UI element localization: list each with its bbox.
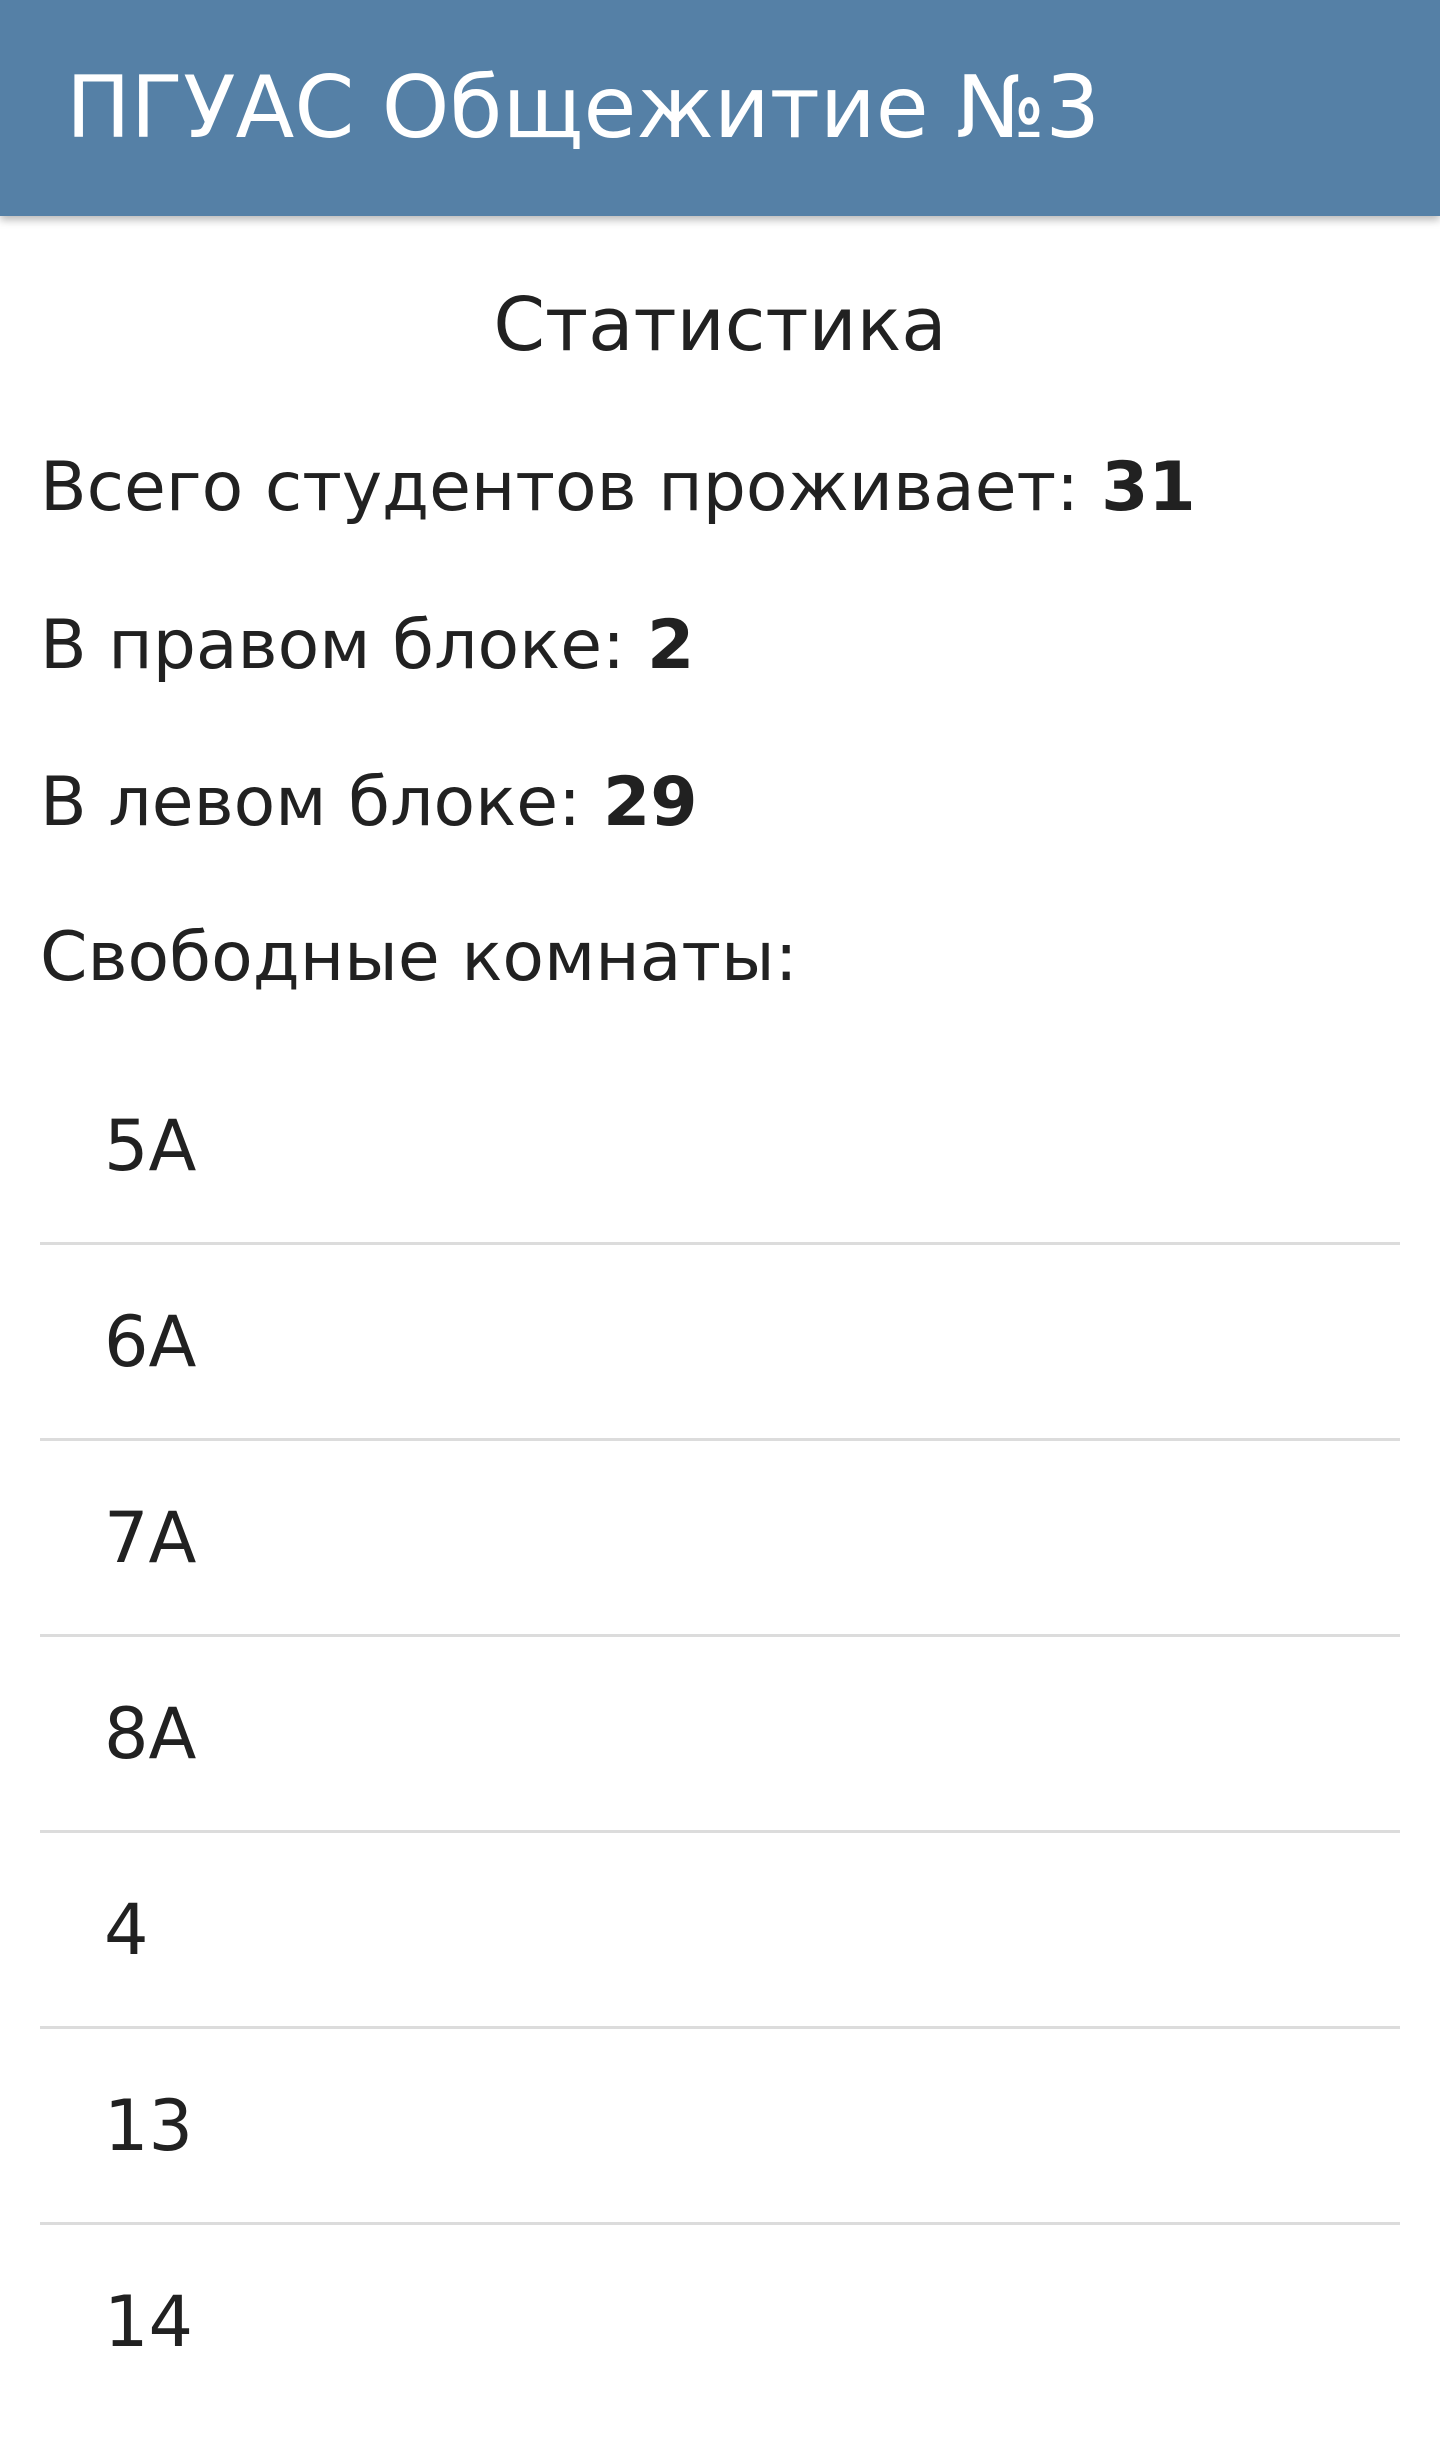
room-list-item[interactable]: 5А	[40, 1049, 1400, 1245]
room-number: 4	[104, 1888, 149, 1971]
room-number: 14	[104, 2280, 194, 2363]
left-block-row: В левом блоке: 29	[40, 769, 698, 837]
left-block-value: 29	[602, 763, 698, 842]
room-number: 8А	[104, 1692, 197, 1775]
room-list-item[interactable]: 8А	[40, 1637, 1400, 1833]
app-screen: ПГУАС Общежитие №3 Статистика Всего студ…	[0, 0, 1440, 2457]
total-students-label: Всего студентов проживает:	[40, 448, 1080, 527]
right-block-row: В правом блоке: 2	[40, 612, 694, 680]
room-list-item[interactable]: 13	[40, 2029, 1400, 2225]
app-toolbar: ПГУАС Общежитие №3	[0, 0, 1440, 216]
right-block-label: В правом блоке:	[40, 606, 625, 685]
left-block-label: В левом блоке:	[40, 763, 581, 842]
room-list-item[interactable]: 7А	[40, 1441, 1400, 1637]
total-students-value: 31	[1101, 448, 1196, 527]
right-block-value: 2	[646, 606, 695, 685]
free-rooms-label: Свободные комнаты:	[40, 918, 798, 997]
room-list-item[interactable]: 6А	[40, 1245, 1400, 1441]
free-rooms-list: 5А 6А 7А 8А 4 13 14	[40, 1049, 1400, 2418]
room-list-item[interactable]: 14	[40, 2225, 1400, 2418]
room-number: 7А	[104, 1496, 197, 1579]
room-number: 13	[104, 2084, 194, 2167]
total-students-row: Всего студентов проживает: 31	[40, 454, 1196, 522]
statistics-title: Статистика	[493, 282, 947, 368]
room-list-item[interactable]: 4	[40, 1833, 1400, 2029]
room-number: 5А	[104, 1104, 197, 1187]
app-title: ПГУАС Общежитие №3	[66, 58, 1101, 158]
room-number: 6А	[104, 1300, 197, 1383]
